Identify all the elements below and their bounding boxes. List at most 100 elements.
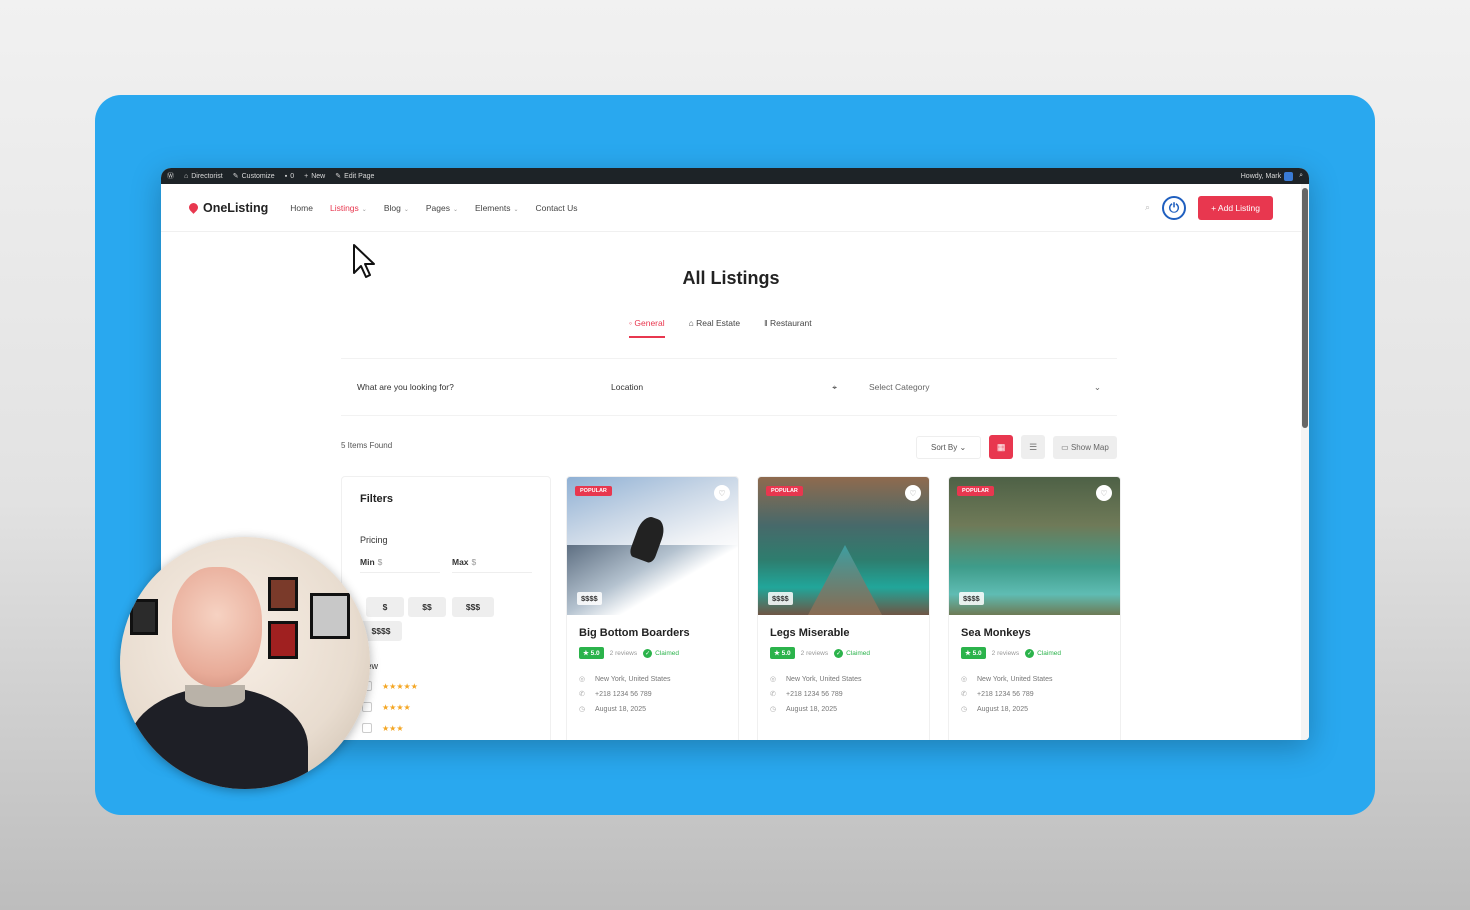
person-face — [172, 567, 262, 687]
avatar — [1284, 171, 1294, 181]
site-logo[interactable]: OneListing — [187, 201, 268, 215]
wall-frame — [130, 599, 158, 635]
list-view-icon[interactable]: ☰ — [1021, 435, 1046, 459]
chevron-down-icon: ⌄ — [513, 206, 519, 213]
wp-site-link[interactable]: ⌂ Directorist — [184, 173, 223, 180]
filters-panel: Filters Pricing Min $ Max $ $ $$ $$$ $$$$ … — [341, 476, 551, 740]
listing-card[interactable]: POPULAR ♡ $$$$ Big Bottom Boarders ★ 5.0… — [566, 476, 739, 740]
price-level-3[interactable]: $$$ — [452, 597, 494, 617]
results-count: 5 Items Found — [341, 441, 393, 450]
max-price-input[interactable]: Max $ — [452, 557, 532, 573]
listing-title[interactable]: Sea Monkeys — [961, 627, 1108, 639]
rating-4-checkbox[interactable] — [362, 702, 372, 712]
wp-account-menu[interactable]: Howdy, Mark — [1241, 171, 1294, 181]
chevron-down-icon: ⌄ — [959, 442, 967, 452]
boat-shape — [808, 545, 882, 615]
check-icon: ✓ — [834, 648, 844, 658]
wp-customize-link[interactable]: ✎ Customize — [232, 172, 275, 181]
search-form: What are you looking for? Location ⌖ Sele… — [341, 358, 1117, 416]
clock-icon: ◷ — [961, 706, 968, 713]
star-rating-icon: ★★★ — [382, 724, 404, 733]
tab-real-estate[interactable]: ⌂ Real Estate — [689, 318, 740, 338]
menu-item-pages[interactable]: Pages ⌄ — [426, 203, 458, 213]
tab-general[interactable]: ◦ General — [629, 318, 665, 338]
check-icon: ✓ — [643, 648, 653, 658]
review-count: 2 reviews — [991, 649, 1020, 657]
listing-title[interactable]: Legs Miserable — [770, 627, 917, 639]
listing-card[interactable]: POPULAR ♡ $$$$ Legs Miserable ★ 5.0 2 re… — [757, 476, 930, 740]
heart-icon[interactable]: ♡ — [905, 485, 921, 501]
map-icon: ▭ — [1061, 442, 1069, 452]
wp-logo-icon[interactable]: Ⓦ — [167, 171, 174, 181]
wp-comments-link[interactable]: ▪ 0 — [285, 173, 294, 180]
results-toolbar: Sort By ⌄ ▦ ☰ ▭ Show Map — [916, 435, 1117, 459]
menu-item-contact[interactable]: Contact Us — [535, 203, 577, 213]
listing-phone[interactable]: +218 1234 56 789 — [595, 691, 652, 698]
house-icon: ⌂ — [688, 318, 694, 328]
menu-item-blog[interactable]: Blog ⌄ — [384, 203, 409, 213]
rating-badge: ★ 5.0 — [961, 647, 986, 659]
price-level-2[interactable]: $$ — [408, 597, 446, 617]
scrollbar-thumb[interactable] — [1302, 188, 1308, 428]
directory-tabs: ◦ General ⌂ Real Estate ǁ Restaurant — [629, 318, 812, 338]
chevron-down-icon: ⌄ — [361, 206, 367, 213]
brush-icon: ✎ — [232, 173, 239, 180]
popular-badge: POPULAR — [957, 486, 994, 496]
search-icon[interactable]: ⌕ — [1299, 172, 1303, 180]
wp-new-link[interactable]: + New — [304, 173, 325, 180]
price-badge: $$$$ — [577, 592, 602, 605]
claimed-badge: ✓ Claimed — [834, 648, 870, 658]
listing-card[interactable]: POPULAR ♡ $$$$ Sea Monkeys ★ 5.0 2 revie… — [948, 476, 1121, 740]
add-listing-button[interactable]: + Add Listing — [1198, 195, 1273, 220]
listing-phone[interactable]: +218 1234 56 789 — [786, 691, 843, 698]
main-menu: Home Listings ⌄ Blog ⌄ Pages ⌄ Elements ⌄ Co… — [290, 203, 577, 213]
location-pin-icon: ◎ — [770, 676, 777, 683]
rating-badge: ★ 5.0 — [579, 647, 604, 659]
price-badge: $$$$ — [768, 592, 793, 605]
star-rating-icon: ★★★★ — [382, 703, 411, 712]
listing-date: August 18, 2025 — [977, 705, 1028, 713]
page-title: All Listings — [682, 268, 780, 288]
listing-location: New York, United States — [977, 675, 1053, 683]
listing-image[interactable]: POPULAR ♡ $$$$ — [949, 477, 1120, 615]
power-icon[interactable]: ⏻ — [1162, 195, 1187, 220]
listing-title[interactable]: Big Bottom Boarders — [579, 627, 726, 639]
wall-frame — [268, 621, 298, 659]
rating-3-checkbox[interactable] — [362, 723, 372, 733]
phone-icon: ✆ — [961, 691, 967, 698]
min-price-input[interactable]: Min $ — [360, 557, 440, 573]
menu-item-listings[interactable]: Listings ⌄ — [330, 203, 367, 213]
scrollbar[interactable] — [1301, 184, 1309, 740]
menu-item-elements[interactable]: Elements ⌄ — [475, 203, 518, 213]
listing-image[interactable]: POPULAR ♡ $$$$ — [567, 477, 738, 615]
home-icon: ⌂ — [184, 172, 189, 180]
price-level-1[interactable]: $ — [366, 597, 404, 617]
show-map-button[interactable]: ▭ Show Map — [1053, 435, 1117, 459]
popular-badge: POPULAR — [766, 486, 803, 496]
wp-edit-page-link[interactable]: ✎ Edit Page — [335, 172, 374, 181]
listing-location: New York, United States — [786, 675, 862, 683]
clock-icon: ◷ — [770, 706, 777, 713]
menu-item-home[interactable]: Home — [290, 203, 313, 213]
phone-icon: ✆ — [770, 691, 776, 698]
listing-date: August 18, 2025 — [595, 705, 646, 713]
popular-badge: POPULAR — [575, 486, 612, 496]
grid-view-icon[interactable]: ▦ — [989, 435, 1014, 459]
listing-image[interactable]: POPULAR ♡ $$$$ — [758, 477, 929, 615]
sort-by-dropdown[interactable]: Sort By ⌄ — [916, 435, 982, 459]
listing-phone[interactable]: +218 1234 56 789 — [977, 691, 1034, 698]
keyword-input[interactable]: What are you looking for? — [341, 382, 595, 392]
mouse-cursor-icon — [353, 244, 375, 278]
heart-icon[interactable]: ♡ — [1096, 485, 1112, 501]
crosshair-icon[interactable]: ⌖ — [832, 382, 837, 393]
wall-frame — [268, 577, 298, 611]
check-icon: ✓ — [1025, 648, 1035, 658]
category-select[interactable]: Select Category ⌄ — [853, 382, 1117, 393]
search-icon[interactable]: ⌕ — [1145, 202, 1150, 213]
heart-icon[interactable]: ♡ — [714, 485, 730, 501]
comment-icon: ▪ — [284, 172, 288, 180]
map-pin-icon — [187, 201, 200, 214]
review-count: 2 reviews — [800, 649, 829, 657]
location-input[interactable]: Location ⌖ — [595, 382, 853, 393]
tab-restaurant[interactable]: ǁ Restaurant — [764, 318, 811, 338]
